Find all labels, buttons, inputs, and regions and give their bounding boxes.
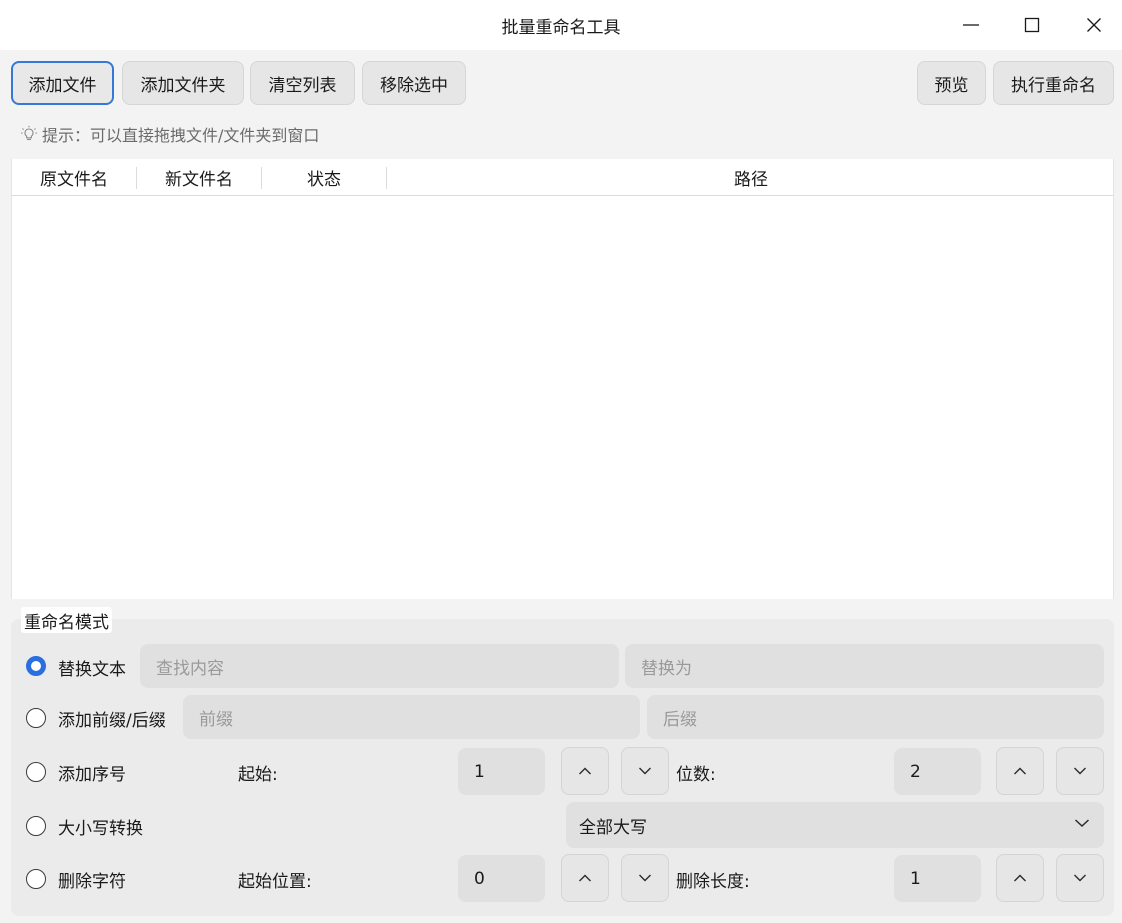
clear-list-button[interactable]: 清空列表 <box>250 61 355 105</box>
add-folder-button[interactable]: 添加文件夹 <box>122 61 244 105</box>
sequence-start-increment-button[interactable] <box>561 747 609 795</box>
maximize-button[interactable] <box>1001 0 1063 50</box>
case-mode-select[interactable]: 全部大写 <box>566 802 1104 848</box>
prefix-input[interactable]: 前缀 <box>183 695 640 739</box>
execute-rename-button[interactable]: 执行重命名 <box>993 61 1114 105</box>
file-table[interactable]: 原文件名 新文件名 状态 路径 <box>11 159 1114 599</box>
sequence-digits-increment-button[interactable] <box>996 747 1044 795</box>
main-area: 添加文件 添加文件夹 清空列表 移除选中 预览 执行重命名 提示：可以直接拖拽文… <box>0 50 1122 923</box>
chevron-down-icon <box>639 767 651 775</box>
sequence-digits-decrement-button[interactable] <box>1056 747 1104 795</box>
delete-length-input[interactable]: 1 <box>894 855 981 902</box>
title-bar: 批量重命名工具 <box>0 0 1122 50</box>
suffix-placeholder: 后缀 <box>663 709 697 730</box>
replace-text-placeholder: 替换为 <box>641 658 692 679</box>
find-text-input[interactable]: 查找内容 <box>140 644 619 688</box>
sequence-start-value: 1 <box>474 761 485 782</box>
prefix-placeholder: 前缀 <box>199 709 233 730</box>
minimize-icon <box>963 24 979 26</box>
suffix-input[interactable]: 后缀 <box>647 695 1104 739</box>
column-header-path[interactable]: 路径 <box>387 159 1115 196</box>
radio-replace-text[interactable] <box>26 656 46 676</box>
delete-length-label: 删除长度: <box>676 871 750 892</box>
window-title: 批量重命名工具 <box>501 17 621 38</box>
radio-add-sequence-label[interactable]: 添加序号 <box>58 759 126 785</box>
delete-start-input[interactable]: 0 <box>458 855 545 902</box>
sequence-digits-value: 2 <box>910 761 921 782</box>
delete-start-value: 0 <box>474 868 485 889</box>
preview-button[interactable]: 预览 <box>917 61 986 105</box>
minimize-button[interactable] <box>940 0 1002 50</box>
radio-delete-chars-label[interactable]: 删除字符 <box>58 866 126 892</box>
chevron-down-icon <box>1074 767 1086 775</box>
add-files-button[interactable]: 添加文件 <box>11 61 114 105</box>
chevron-up-icon <box>579 874 591 882</box>
radio-case-conversion-label[interactable]: 大小写转换 <box>58 813 143 839</box>
sequence-digits-label: 位数: <box>676 764 716 785</box>
sequence-start-input[interactable]: 1 <box>458 748 545 795</box>
close-button[interactable] <box>1063 0 1122 50</box>
close-icon <box>1087 18 1101 32</box>
radio-prefix-suffix[interactable] <box>26 708 46 728</box>
maximize-icon <box>1024 17 1040 33</box>
column-header-status[interactable]: 状态 <box>262 159 386 196</box>
radio-add-sequence[interactable] <box>26 762 46 782</box>
chevron-down-icon <box>1074 819 1090 828</box>
column-header-original-name[interactable]: 原文件名 <box>12 159 136 196</box>
lightbulb-icon <box>21 125 37 141</box>
delete-start-decrement-button[interactable] <box>621 854 669 902</box>
sequence-start-decrement-button[interactable] <box>621 747 669 795</box>
radio-replace-text-label[interactable]: 替换文本 <box>58 654 126 680</box>
case-mode-selected: 全部大写 <box>579 817 647 838</box>
chevron-up-icon <box>1014 874 1026 882</box>
radio-case-conversion[interactable] <box>26 816 46 836</box>
delete-length-value: 1 <box>910 868 921 889</box>
chevron-down-icon <box>639 874 651 882</box>
rename-mode-title: 重命名模式 <box>21 607 112 633</box>
radio-delete-chars[interactable] <box>26 869 46 889</box>
chevron-up-icon <box>579 767 591 775</box>
find-text-placeholder: 查找内容 <box>156 658 224 679</box>
delete-start-label: 起始位置: <box>238 871 312 892</box>
chevron-up-icon <box>1014 767 1026 775</box>
delete-length-increment-button[interactable] <box>996 854 1044 902</box>
chevron-down-icon <box>1074 874 1086 882</box>
delete-start-increment-button[interactable] <box>561 854 609 902</box>
replace-text-input[interactable]: 替换为 <box>625 644 1104 688</box>
radio-prefix-suffix-label[interactable]: 添加前缀/后缀 <box>58 705 166 731</box>
sequence-digits-input[interactable]: 2 <box>894 748 981 795</box>
sequence-start-label: 起始: <box>238 764 278 785</box>
remove-selected-button[interactable]: 移除选中 <box>362 61 466 105</box>
hint-text: 提示：可以直接拖拽文件/文件夹到窗口 <box>42 126 320 145</box>
table-header: 原文件名 新文件名 状态 路径 <box>12 159 1113 196</box>
column-header-new-name[interactable]: 新文件名 <box>137 159 261 196</box>
hint: 提示：可以直接拖拽文件/文件夹到窗口 <box>20 122 319 146</box>
delete-length-decrement-button[interactable] <box>1056 854 1104 902</box>
